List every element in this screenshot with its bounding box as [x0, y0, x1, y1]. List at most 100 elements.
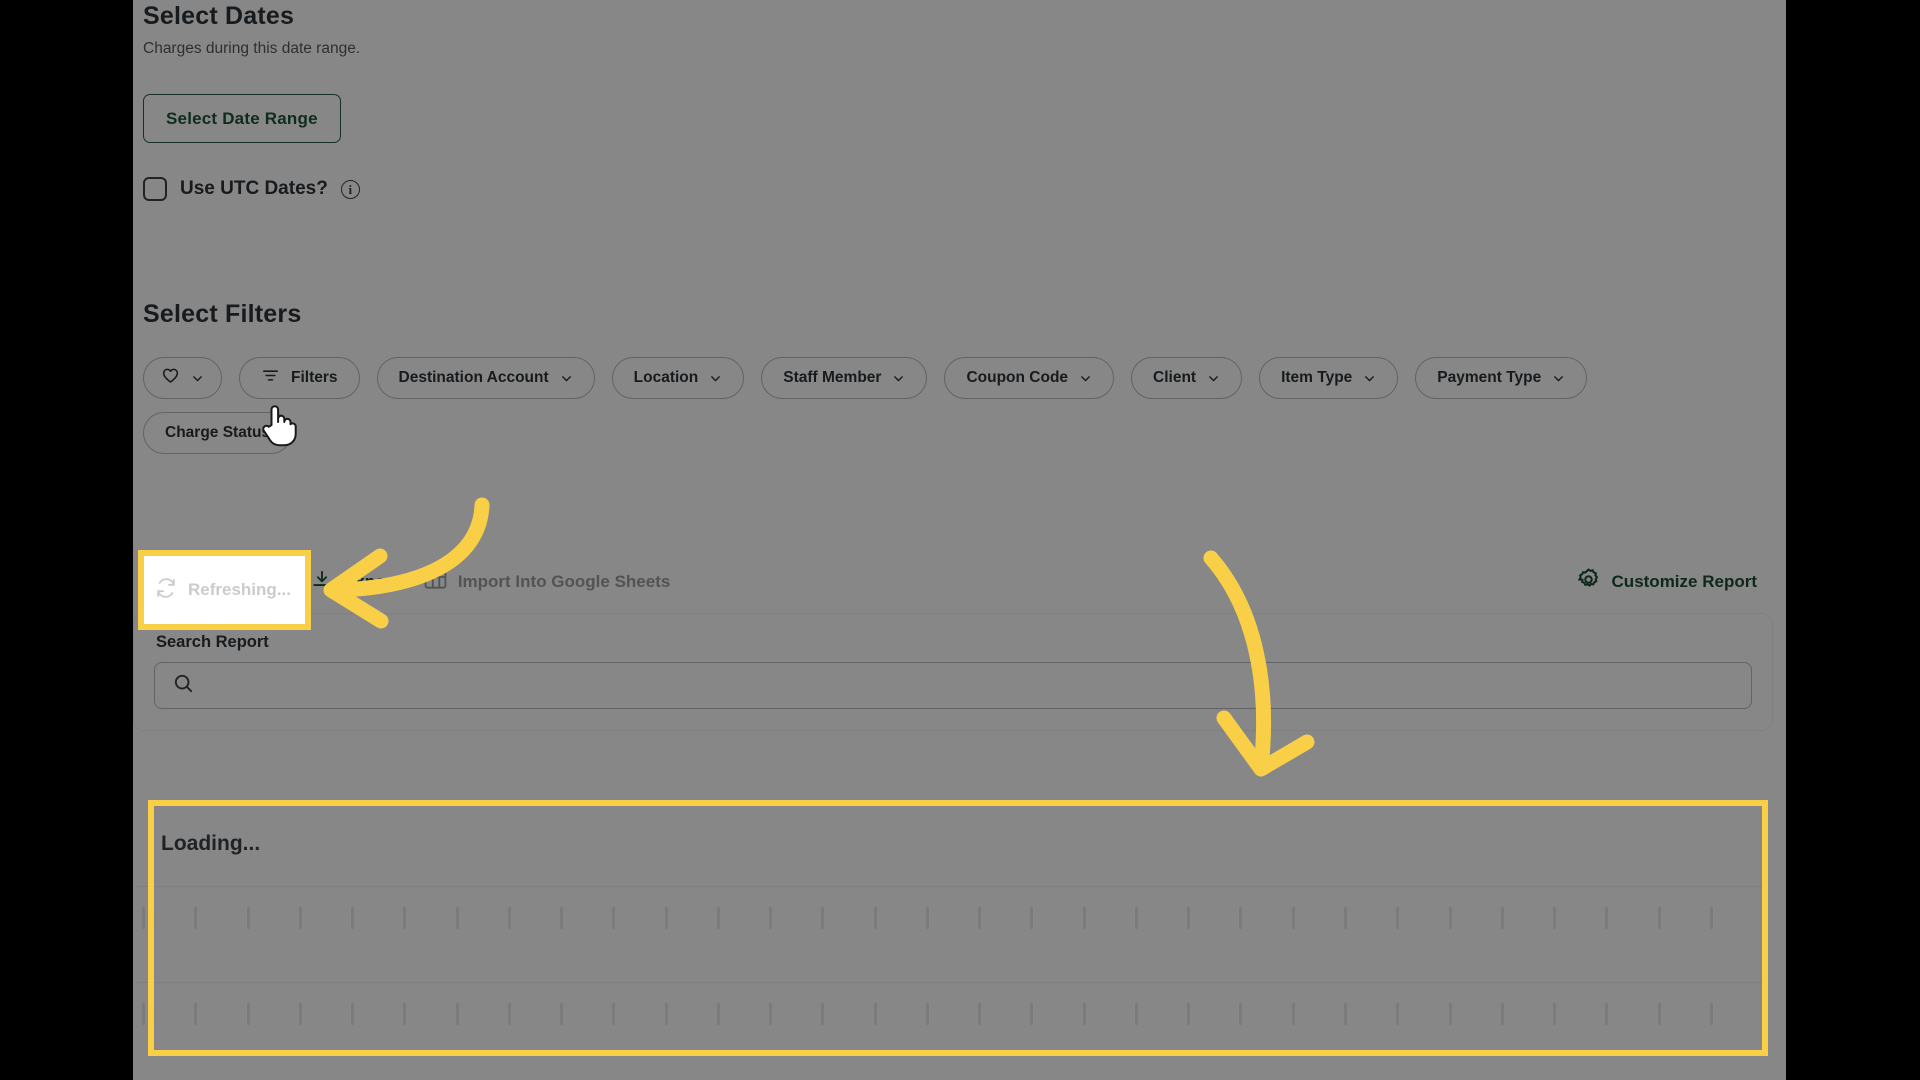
skeleton-cell: [874, 1003, 877, 1025]
chevron-down-icon: [1207, 372, 1220, 385]
refresh-icon: [151, 569, 173, 596]
customize-report-button[interactable]: Customize Report: [1576, 567, 1757, 597]
skeleton-cell: [769, 1003, 772, 1025]
refreshing-button[interactable]: Refreshing...: [151, 569, 287, 596]
skeleton-cell: [194, 907, 197, 929]
skeleton-row: [137, 983, 1769, 1045]
filter-pill-location[interactable]: Location: [612, 357, 745, 399]
chevron-down-icon: [892, 372, 905, 385]
skeleton-cell: [1187, 907, 1190, 929]
use-utc-dates-row[interactable]: Use UTC Dates? i: [143, 177, 1743, 201]
chevron-down-icon: [560, 372, 573, 385]
skeleton-cell: [1449, 1003, 1452, 1025]
gear-icon: [1576, 567, 1601, 597]
use-utc-dates-label: Use UTC Dates?: [180, 178, 328, 200]
filter-pill-label: Destination Account: [399, 369, 549, 387]
skeleton-row: [137, 887, 1769, 949]
letterbox-left: [0, 0, 133, 1080]
skeleton-cell: [717, 907, 720, 929]
select-date-range-button[interactable]: Select Date Range: [143, 94, 341, 143]
skeleton-cell: [456, 907, 459, 929]
skeleton-cell: [874, 907, 877, 929]
skeleton-cell: [508, 1003, 511, 1025]
filter-pill-label: Client: [1153, 369, 1196, 387]
skeleton-cell: [1292, 1003, 1295, 1025]
refreshing-label: Refreshing...: [184, 572, 287, 592]
skeleton-cell: [1030, 907, 1033, 929]
skeleton-cell: [1239, 907, 1242, 929]
filter-pill-item-type[interactable]: Item Type: [1259, 357, 1398, 399]
export-button[interactable]: Export: [311, 569, 398, 596]
skeleton-cell: [1083, 1003, 1086, 1025]
skeleton-cell: [1344, 907, 1347, 929]
skeleton-cell: [299, 907, 302, 929]
filter-pill-staff-member[interactable]: Staff Member: [761, 357, 927, 399]
search-input-wrapper[interactable]: [154, 662, 1752, 709]
filter-pill-filters[interactable]: Filters: [239, 357, 360, 399]
skeleton-cell: [978, 907, 981, 929]
filter-pill-label: Staff Member: [783, 369, 881, 387]
skeleton-cell: [247, 907, 250, 929]
filter-pill-label: Filters: [291, 369, 338, 387]
skeleton-cell: [1710, 1003, 1713, 1025]
skeleton-cell: [1501, 907, 1504, 929]
select-filters-section: Select Filters Filters Destination Accoun…: [143, 300, 1763, 454]
filter-pill-label: Location: [634, 369, 699, 387]
skeleton-cell: [665, 907, 668, 929]
table-icon: [424, 569, 447, 595]
skeleton-cell: [769, 907, 772, 929]
customize-report-label: Customize Report: [1612, 572, 1757, 592]
hand-cursor: [258, 400, 298, 448]
skeleton-cell: [403, 1003, 406, 1025]
filter-pill-label: Coupon Code: [966, 369, 1068, 387]
skeleton-cell: [926, 1003, 929, 1025]
search-report-card: Search Report: [133, 613, 1773, 731]
skeleton-cell: [1605, 907, 1608, 929]
skeleton-cell: [194, 1003, 197, 1025]
import-into-google-sheets-button[interactable]: Import Into Google Sheets: [424, 569, 671, 595]
select-filters-title: Select Filters: [143, 300, 1763, 329]
download-icon: [311, 569, 333, 596]
skeleton-cell: [1292, 907, 1295, 929]
skeleton-cell: [247, 1003, 250, 1025]
filter-pill-label: Item Type: [1281, 369, 1352, 387]
skeleton-cell: [1658, 1003, 1661, 1025]
skeleton-cell: [612, 1003, 615, 1025]
skeleton-cell: [1449, 907, 1452, 929]
info-icon[interactable]: i: [341, 180, 360, 199]
skeleton-cell: [142, 907, 145, 929]
skeleton-cell: [1396, 907, 1399, 929]
report-page: Select Dates Charges during this date ra…: [133, 0, 1786, 1080]
skeleton-cell: [508, 907, 511, 929]
search-input[interactable]: [207, 677, 1751, 695]
report-toolbar: Refreshing... Export Import Into Go: [133, 560, 1773, 604]
skeleton-cell: [351, 907, 354, 929]
filter-pill-heart[interactable]: [143, 357, 222, 399]
skeleton-cell: [1553, 907, 1556, 929]
chevron-down-icon: [1363, 372, 1376, 385]
filter-pill-list: Filters Destination Account Location Staff …: [143, 357, 1673, 454]
skeleton-cell: [1658, 907, 1661, 929]
skeleton-cell: [351, 1003, 354, 1025]
use-utc-dates-checkbox[interactable]: [143, 177, 167, 201]
skeleton-cell: [717, 1003, 720, 1025]
filter-pill-label: Payment Type: [1437, 369, 1541, 387]
skeleton-cell: [1605, 1003, 1608, 1025]
report-results-panel: Loading...: [137, 786, 1769, 1080]
skeleton-cell: [560, 907, 563, 929]
filter-pill-destination-account[interactable]: Destination Account: [377, 357, 595, 399]
filter-pill-client[interactable]: Client: [1131, 357, 1242, 399]
chevron-down-icon: [191, 372, 204, 385]
skeleton-cell: [1030, 1003, 1033, 1025]
skeleton-cell: [926, 907, 929, 929]
skeleton-cell: [821, 907, 824, 929]
search-icon: [172, 672, 195, 700]
skeleton-cell: [1083, 907, 1086, 929]
heart-icon: [161, 366, 180, 390]
skeleton-cell: [456, 1003, 459, 1025]
skeleton-cell: [1135, 1003, 1138, 1025]
skeleton-cell: [665, 1003, 668, 1025]
filter-pill-payment-type[interactable]: Payment Type: [1415, 357, 1587, 399]
chevron-down-icon: [1552, 372, 1565, 385]
filter-pill-coupon-code[interactable]: Coupon Code: [944, 357, 1114, 399]
